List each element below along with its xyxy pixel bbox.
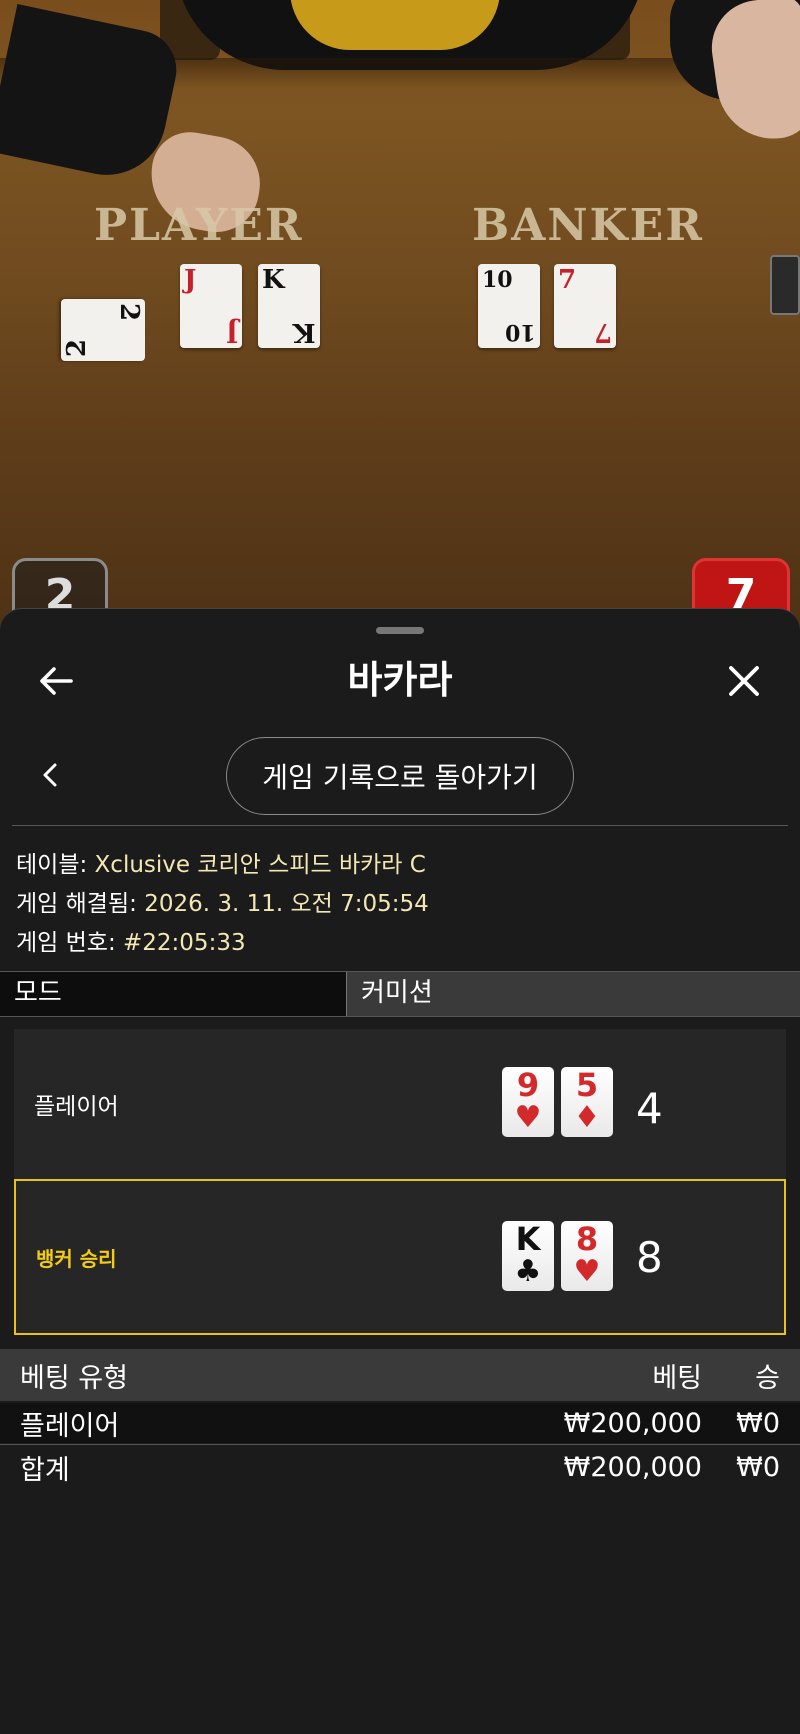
result-card: 9 ♥ [502, 1067, 554, 1137]
result-card: 8 ♥ [561, 1221, 613, 1291]
banker-result-label: 뱅커 승리 [36, 1246, 117, 1271]
bets-table-header: 베팅 유형 베팅 승 [0, 1349, 800, 1401]
divider [12, 825, 788, 826]
table-info-label: 테이블: [16, 852, 88, 878]
table-row: 플레이어 ₩200,000 ₩0 [0, 1403, 800, 1443]
dealer-vest [290, 0, 500, 50]
card-shoe [770, 255, 800, 315]
live-video-scene: PLAYER BANKER 22 JJ KK 10 10 77 2 7 [0, 0, 800, 640]
resolved-info-value: 2026. 3. 11. 오전 7:05:54 [144, 891, 429, 917]
table-player-label: PLAYER [94, 200, 304, 251]
mode-value: 커미션 [346, 972, 800, 1016]
table-card: 22 [61, 299, 145, 361]
resolved-info: 게임 해결됨: 2026. 3. 11. 오전 7:05:54 [16, 884, 429, 918]
total-win: ₩0 [736, 1451, 780, 1483]
bet-amount-header: 베팅 [652, 1362, 702, 1394]
bet-win-header: 승 [755, 1362, 780, 1394]
close-icon [729, 666, 759, 696]
table-card: JJ [180, 264, 242, 348]
resolved-info-label: 게임 해결됨: [16, 891, 137, 917]
table-card: KK [258, 264, 320, 348]
bet-win: ₩0 [736, 1407, 780, 1439]
table-info: 테이블: Xclusive 코리안 스피드 바카라 C [16, 845, 426, 879]
player-result-label: 플레이어 [34, 1094, 119, 1120]
total-label: 합계 [20, 1454, 70, 1486]
table-info-value: Xclusive 코리안 스피드 바카라 C [94, 852, 426, 878]
table-banker-label: BANKER [472, 200, 704, 251]
game-number-info: 게임 번호: #22:05:33 [16, 923, 246, 957]
close-button[interactable] [716, 653, 772, 709]
sheet-title: 바카라 [347, 658, 453, 702]
game-number-label: 게임 번호: [16, 930, 116, 956]
mode-label: 모드 [0, 972, 346, 1016]
back-to-history-button[interactable]: 게임 기록으로 돌아가기 [226, 737, 574, 815]
total-row: 합계 ₩200,000 ₩0 [0, 1447, 800, 1487]
dealer-hand-right [705, 0, 800, 146]
chevron-left-icon [43, 763, 57, 787]
sheet-drag-handle[interactable] [376, 627, 424, 634]
banker-score: 8 [636, 1232, 663, 1282]
banker-result: 뱅커 승리 K ♣ 8 ♥ 8 [14, 1179, 786, 1335]
result-card: K ♣ [502, 1221, 554, 1291]
game-number-value: #22:05:33 [123, 930, 246, 956]
result-card: 5 ♦ [561, 1067, 613, 1137]
total-bet: ₩200,000 [563, 1451, 702, 1483]
divider [0, 1444, 800, 1445]
mode-row: 모드 커미션 [0, 971, 800, 1017]
bet-type-header: 베팅 유형 [20, 1362, 128, 1394]
previous-button[interactable] [22, 755, 78, 795]
table-card: 10 10 [478, 264, 540, 348]
table-card: 77 [554, 264, 616, 348]
game-detail-sheet: 바카라 게임 기록으로 돌아가기 테이블: Xclusive 코리안 스피드 바… [0, 608, 800, 1734]
player-result: 플레이어 9 ♥ 5 ♦ 4 [14, 1029, 786, 1179]
bet-type: 플레이어 [20, 1410, 120, 1442]
player-score: 4 [636, 1083, 663, 1133]
bet-amount: ₩200,000 [563, 1407, 702, 1439]
